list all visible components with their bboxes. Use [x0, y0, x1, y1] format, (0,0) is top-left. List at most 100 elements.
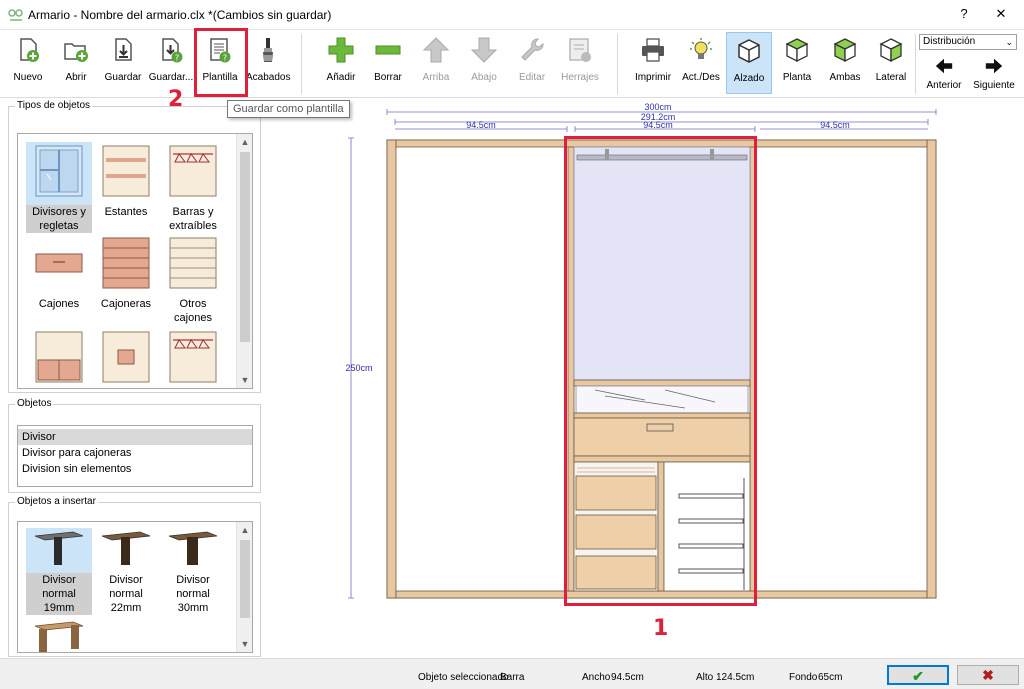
- anadir-button[interactable]: Añadir: [322, 32, 360, 94]
- ambas-label: Ambas: [829, 72, 861, 83]
- list-item-divisor-cajoneras[interactable]: Divisor para cajoneras: [18, 445, 252, 461]
- imprimir-button[interactable]: Imprimir: [632, 32, 674, 94]
- height-label: Alto: [696, 672, 714, 683]
- list-item-division-sin-elementos[interactable]: Division sin elementos: [18, 461, 252, 477]
- nuevo-button[interactable]: Nuevo: [8, 32, 48, 94]
- arrow-right-icon: [985, 58, 1003, 74]
- plus-icon: [328, 37, 354, 63]
- borrar-label: Borrar: [374, 72, 402, 83]
- help-button[interactable]: ?: [949, 6, 979, 21]
- anterior-button[interactable]: Anterior: [924, 54, 964, 94]
- scroll-up-icon[interactable]: ▲: [237, 134, 252, 150]
- close-window-button[interactable]: ✕: [986, 6, 1016, 22]
- anadir-label: Añadir: [326, 72, 356, 83]
- divider-19mm-icon: [34, 531, 84, 565]
- tile-divisor-22mm-pic-wrap: [93, 528, 159, 573]
- tile-divisor-22mm-line2: normal: [109, 588, 143, 600]
- tile-divisor-19mm-label: Divisor normal 19mm: [26, 573, 92, 615]
- tile-divisor-30mm-label: Divisor normal 30mm: [160, 573, 226, 615]
- siguiente-button[interactable]: Siguiente: [972, 54, 1016, 94]
- planta-button[interactable]: Planta: [776, 32, 818, 94]
- scroll-thumb[interactable]: [240, 152, 250, 342]
- window-title: Armario - Nombre del armario.clx *(Cambi…: [28, 8, 332, 22]
- tile-cajones[interactable]: Cajones: [26, 234, 92, 311]
- toolbar-separator: [301, 34, 302, 94]
- scroll-up-icon[interactable]: ▲: [237, 522, 252, 538]
- tile-otros-cajones-pic-wrap: [160, 234, 226, 297]
- insertar-scrollbar[interactable]: ▲ ▼: [236, 522, 252, 652]
- acabados-button[interactable]: Acabados: [246, 32, 290, 94]
- annotation-number-one: 1: [653, 616, 669, 641]
- tile-cajoneras-pic-wrap: [93, 234, 159, 297]
- tile-more-insert[interactable]: [26, 620, 92, 652]
- tile-otros-cajones[interactable]: Otros cajones: [160, 234, 226, 325]
- ok-button[interactable]: ✔: [887, 665, 949, 685]
- tile-divisor-22mm[interactable]: Divisor normal 22mm: [93, 528, 159, 615]
- tile-barras[interactable]: Barras y extraíbles: [160, 142, 226, 233]
- scroll-thumb[interactable]: [240, 540, 250, 618]
- drawing-canvas[interactable]: 300cm 291.2cm 94.5cm 94.5cm 94.5cm 250cm: [265, 98, 1024, 658]
- nuevo-label: Nuevo: [13, 72, 43, 83]
- tile-more-3[interactable]: [160, 330, 226, 388]
- distribucion-select[interactable]: Distribución ⌄: [919, 34, 1017, 50]
- distribucion-value: Distribución: [923, 36, 976, 47]
- scroll-down-icon[interactable]: ▼: [237, 372, 252, 388]
- arrow-down-icon: [470, 37, 498, 63]
- tile-estantes[interactable]: Estantes: [93, 142, 159, 219]
- front-view-cube-icon: [738, 39, 760, 63]
- arriba-button[interactable]: Arriba: [416, 32, 456, 94]
- tile-divisores-line1: Divisores y: [32, 206, 86, 218]
- tile-divisor-30mm-line2: normal: [176, 588, 210, 600]
- tile-divisores[interactable]: Divisores y regletas: [26, 142, 92, 233]
- annotation-highlight-plantilla: [194, 28, 248, 97]
- tile-divisor-19mm[interactable]: Divisor normal 19mm: [26, 528, 92, 615]
- tooltip: Guardar como plantilla: [227, 100, 350, 118]
- width-value: 94.5cm: [611, 672, 644, 683]
- toolbar: Nuevo Abrir Guardar ? Guardar... ? Plant…: [0, 30, 1024, 98]
- editar-button[interactable]: Editar: [512, 32, 552, 94]
- tile-divisor-30mm[interactable]: Divisor normal 30mm: [160, 528, 226, 615]
- lateral-button[interactable]: Lateral: [870, 32, 912, 94]
- top-view-cube-icon: [785, 38, 809, 63]
- tile-barras-line2: extraíbles: [169, 220, 217, 232]
- list-item-divisor[interactable]: Divisor: [18, 429, 252, 445]
- imprimir-label: Imprimir: [634, 72, 672, 83]
- other-drawers-thumbnail-icon: [169, 237, 217, 289]
- divider-30mm-icon: [168, 531, 218, 565]
- tipos-scrollbar[interactable]: ▲ ▼: [236, 134, 252, 388]
- dim-center: 94.5cm: [643, 120, 673, 130]
- guardar-button[interactable]: Guardar: [102, 32, 144, 94]
- objetos-insertar-title: Objetos a insertar: [15, 496, 98, 507]
- dim-left: 94.5cm: [466, 120, 496, 130]
- act-des-button[interactable]: Act./Des: [680, 32, 722, 94]
- tile-divisor-19mm-line1: Divisor: [42, 574, 76, 586]
- save-as-icon: ?: [162, 38, 183, 63]
- hanger-thumbnail-icon: [169, 331, 217, 383]
- toolbar-separator: [915, 34, 916, 94]
- tile-divisor-30mm-pic-wrap: [160, 528, 226, 573]
- guardar-como-button[interactable]: ? Guardar...: [148, 32, 194, 94]
- tipos-objetos-list[interactable]: Divisores y regletas Estantes Barras y e…: [17, 133, 253, 389]
- tile-more-2[interactable]: [93, 330, 159, 388]
- dim-height: 250cm: [345, 363, 372, 373]
- ambas-button[interactable]: Ambas: [824, 32, 866, 94]
- shelves-thumbnail-icon: [102, 145, 150, 197]
- new-file-icon: [20, 38, 39, 62]
- selected-object-label: Objeto seleccionado: [418, 672, 509, 683]
- cancel-button[interactable]: ✖: [957, 665, 1019, 685]
- alzado-button[interactable]: Alzado: [726, 32, 772, 94]
- objetos-list[interactable]: Divisor Divisor para cajoneras Division …: [17, 425, 253, 487]
- objetos-insertar-group: Objetos a insertar Divisor normal 19mm D…: [8, 496, 261, 657]
- tile-cajoneras[interactable]: Cajoneras: [93, 234, 159, 311]
- tile-estantes-pic-wrap: [93, 142, 159, 205]
- herrajes-button[interactable]: Herrajes: [556, 32, 604, 94]
- borrar-button[interactable]: Borrar: [368, 32, 408, 94]
- tile-more-1[interactable]: [26, 330, 92, 388]
- tile-barras-pic-wrap: [160, 142, 226, 205]
- scroll-down-icon[interactable]: ▼: [237, 636, 252, 652]
- cabinet-thumbnail-icon: [35, 331, 83, 383]
- abrir-button[interactable]: Abrir: [56, 32, 96, 94]
- objetos-insertar-list[interactable]: Divisor normal 19mm Divisor normal 22mm: [17, 521, 253, 653]
- anterior-label: Anterior: [926, 80, 962, 91]
- abajo-button[interactable]: Abajo: [464, 32, 504, 94]
